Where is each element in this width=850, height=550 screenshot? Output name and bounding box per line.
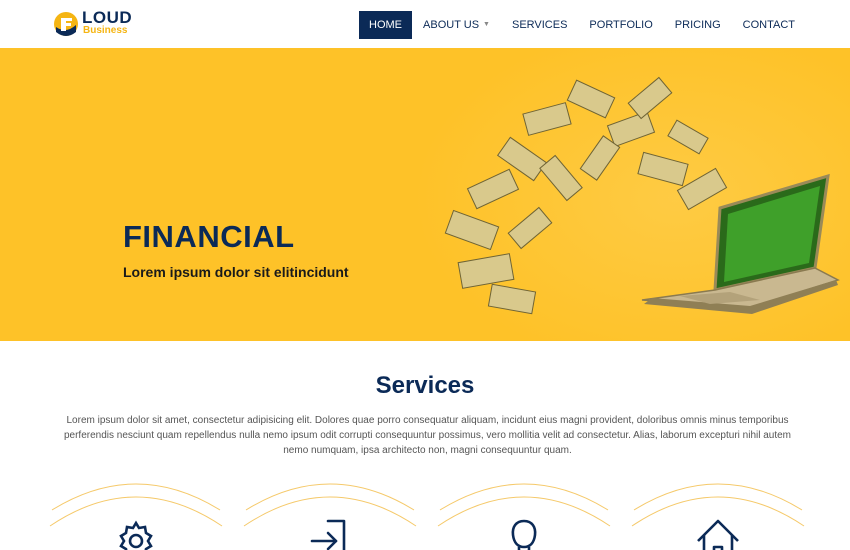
nav-contact-label: CONTACT — [742, 19, 795, 31]
nav-pricing-label: PRICING — [674, 19, 721, 31]
user-icon — [511, 519, 537, 550]
service-card[interactable] — [48, 470, 224, 550]
brand-wordmark: LOUD — [82, 8, 133, 27]
nav-portfolio-label: PORTFOLIO — [589, 19, 653, 31]
service-card[interactable] — [242, 470, 418, 550]
nav-about-us-label: ABOUT US — [423, 19, 480, 31]
nav-contact[interactable]: CONTACT — [732, 11, 806, 39]
home-icon — [697, 519, 739, 550]
nav-about-us[interactable]: ABOUT US ▼ — [412, 11, 501, 39]
service-cards — [0, 470, 850, 550]
chevron-down-icon: ▼ — [483, 21, 490, 28]
hero-banner: FINANCIAL Lorem ipsum dolor sit elitinci… — [0, 48, 850, 341]
money-laptop-image — [444, 76, 840, 315]
nav-home-label: HOME — [369, 19, 403, 31]
nav-home[interactable]: HOME — [359, 11, 413, 39]
nav-services-label: SERVICES — [511, 19, 568, 31]
gear-icon — [119, 520, 153, 550]
flying-bills — [444, 76, 728, 315]
services-description: Lorem ipsum dolor sit amet, consectetur … — [63, 415, 792, 456]
logo-mark-icon — [54, 12, 78, 36]
service-card[interactable] — [436, 470, 612, 550]
nav-portfolio[interactable]: PORTFOLIO — [578, 11, 663, 39]
main-nav: HOME ABOUT US ▼ SERVICES PORTFOLIO PRICIN… — [359, 11, 806, 39]
service-card[interactable] — [630, 470, 806, 550]
brand-logo[interactable]: LOUD Business — [52, 9, 152, 39]
laptop-illustration — [641, 173, 840, 314]
hero-subtitle: Lorem ipsum dolor sit elitincidunt — [123, 264, 349, 280]
site-header: LOUD Business HOME ABOUT US ▼ SERVICES PO… — [0, 0, 850, 48]
brand-tagline: Business — [83, 25, 128, 36]
nav-services[interactable]: SERVICES — [501, 11, 578, 39]
hero-title: FINANCIAL — [123, 219, 295, 254]
sign-in-icon — [310, 519, 346, 550]
nav-pricing[interactable]: PRICING — [664, 11, 732, 39]
services-title: Services — [375, 372, 475, 399]
